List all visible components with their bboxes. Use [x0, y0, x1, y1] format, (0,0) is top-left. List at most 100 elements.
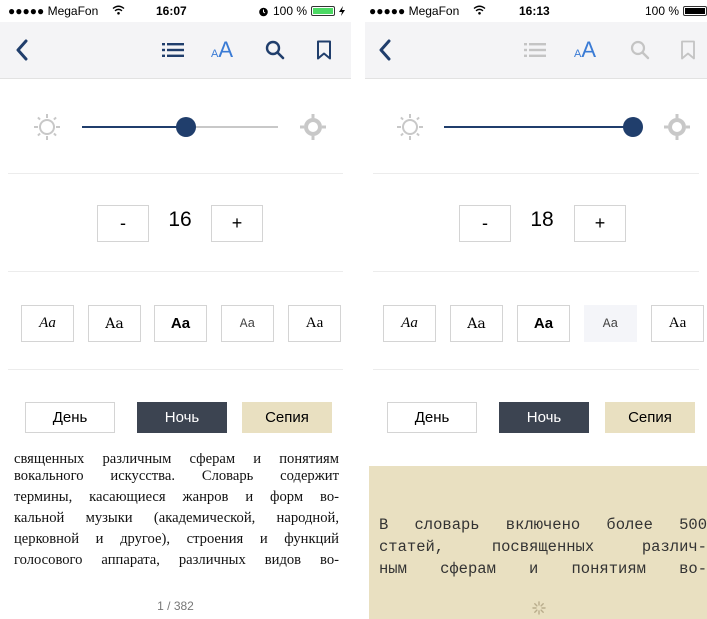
brightness-control — [365, 88, 707, 168]
font-size-stepper: - 18 + — [365, 190, 707, 254]
reader-toolbar: AA — [0, 22, 351, 79]
reader-settings-screen-left: ●●●●● MegaFon 16:07 100 % AA - 16 + Aa A… — [0, 0, 351, 619]
text-line: церковной и другое), строения и функций — [14, 531, 339, 547]
text-line: статей, посвященных различ- — [379, 538, 707, 556]
font-option-times[interactable]: Aa — [651, 305, 704, 342]
brightness-slider[interactable] — [444, 126, 633, 128]
reader-settings-screen-right: ●●●●● MegaFon 16:13 100 % AA - 18 + Aa A… — [365, 0, 707, 619]
book-text: В словарь включено более 500 статей, пос… — [379, 514, 707, 580]
brightness-slider-thumb[interactable] — [175, 117, 196, 137]
page-counter: 1 / 382 — [157, 599, 194, 613]
search-icon — [265, 40, 285, 60]
search-icon — [630, 40, 650, 60]
text-line: термины, касающиеся жанров и форм во- — [14, 489, 339, 505]
bookmark-button[interactable] — [306, 32, 342, 68]
text-line: кальной музыки (академической, народной, — [14, 510, 339, 526]
list-icon — [162, 43, 184, 57]
back-button[interactable] — [4, 32, 40, 68]
loading-spinner-icon — [532, 601, 546, 615]
battery-icon — [311, 6, 335, 16]
bookmark-icon — [681, 40, 695, 60]
theme-day-button[interactable]: День — [25, 402, 115, 433]
divider — [373, 369, 699, 370]
divider — [373, 173, 699, 174]
brightness-low-icon — [397, 114, 423, 140]
divider — [8, 369, 343, 370]
brightness-high-icon — [664, 114, 690, 140]
font-option-mono-selected[interactable]: Aa — [584, 305, 637, 342]
clock: 16:13 — [519, 4, 550, 18]
font-size-value: 16 — [168, 208, 192, 231]
reader-toolbar: AA — [365, 22, 707, 79]
font-option-sans-bold[interactable]: Aa — [154, 305, 207, 342]
theme-sepia-button[interactable]: Сепия — [605, 402, 695, 433]
carrier-label: ●●●●● MegaFon — [369, 4, 460, 18]
font-option-times[interactable]: Aa — [288, 305, 341, 342]
wifi-icon — [473, 5, 486, 15]
decrease-font-button[interactable]: - — [97, 205, 149, 242]
list-icon — [524, 43, 546, 57]
theme-sepia-button[interactable]: Сепия — [242, 402, 332, 433]
bookmark-icon — [317, 40, 331, 60]
search-button[interactable] — [257, 32, 293, 68]
brightness-high-icon — [300, 114, 326, 140]
theme-night-button[interactable]: Ночь — [499, 402, 589, 433]
increase-font-button[interactable]: + — [574, 205, 626, 242]
battery-percent: 100 % — [272, 4, 307, 18]
decrease-font-button[interactable]: - — [459, 205, 511, 242]
font-size-stepper: - 16 + — [0, 190, 351, 254]
chevron-left-icon — [379, 39, 391, 61]
charging-bolt-icon — [339, 6, 345, 16]
font-settings-button[interactable]: AA — [204, 32, 240, 68]
search-button[interactable] — [622, 32, 658, 68]
chevron-left-icon — [16, 39, 28, 61]
font-option-serif-italic[interactable]: Aa — [383, 305, 436, 342]
book-page: священных различным сферам и понятиям во… — [0, 453, 351, 619]
table-of-contents-button[interactable] — [155, 32, 191, 68]
status-bar: ●●●●● MegaFon 16:13 100 % — [365, 0, 707, 22]
brightness-slider-thumb[interactable] — [623, 117, 643, 137]
bookmark-button[interactable] — [670, 32, 706, 68]
text-line: голосового аппарата, различных видов во- — [14, 552, 339, 568]
table-of-contents-button[interactable] — [517, 32, 553, 68]
book-text: священных различным сферам и понятиям во… — [14, 453, 339, 571]
divider — [373, 271, 699, 272]
carrier-label: ●●●●● MegaFon — [8, 4, 99, 18]
wifi-icon — [112, 5, 125, 15]
brightness-control — [0, 88, 351, 168]
brightness-low-icon — [34, 114, 60, 140]
font-option-serif[interactable]: Aa — [450, 305, 503, 342]
divider — [8, 271, 343, 272]
font-option-mono[interactable]: Aa — [221, 305, 274, 342]
font-size-icon: AA — [210, 37, 234, 62]
text-line: священных различным сферам и понятиям — [14, 453, 339, 466]
font-option-serif-italic[interactable]: Aa — [21, 305, 74, 342]
theme-day-button[interactable]: День — [387, 402, 477, 433]
text-line: ным сферам и понятиям во- — [379, 560, 707, 578]
text-line: В словарь включено более 500 — [379, 516, 707, 534]
status-right: 100 % — [645, 4, 707, 18]
divider — [8, 173, 343, 174]
brightness-slider-fill — [444, 126, 633, 128]
theme-picker: День Ночь Сепия — [0, 398, 351, 438]
alarm-clock-icon — [259, 7, 268, 16]
font-size-icon: AA — [573, 37, 597, 62]
theme-picker: День Ночь Сепия — [365, 398, 707, 438]
font-family-picker: Aa Aa Aa Aa Aa — [0, 300, 351, 348]
font-option-serif[interactable]: Aa — [88, 305, 141, 342]
theme-night-button[interactable]: Ночь — [137, 402, 227, 433]
status-bar: ●●●●● MegaFon 16:07 100 % — [0, 0, 351, 22]
increase-font-button[interactable]: + — [211, 205, 263, 242]
status-right: 100 % — [258, 4, 345, 18]
brightness-slider-fill — [82, 126, 186, 128]
text-line: вокального искусства. Словарь содержит — [14, 468, 339, 484]
font-settings-button[interactable]: AA — [567, 32, 603, 68]
book-page-sepia: В словарь включено более 500 статей, пос… — [369, 466, 707, 619]
font-family-picker: Aa Aa Aa Aa Aa — [365, 300, 707, 348]
battery-icon — [683, 6, 707, 16]
clock: 16:07 — [156, 4, 187, 18]
font-option-sans-bold[interactable]: Aa — [517, 305, 570, 342]
battery-percent: 100 % — [644, 4, 679, 18]
font-size-value: 18 — [530, 208, 554, 231]
back-button[interactable] — [367, 32, 403, 68]
